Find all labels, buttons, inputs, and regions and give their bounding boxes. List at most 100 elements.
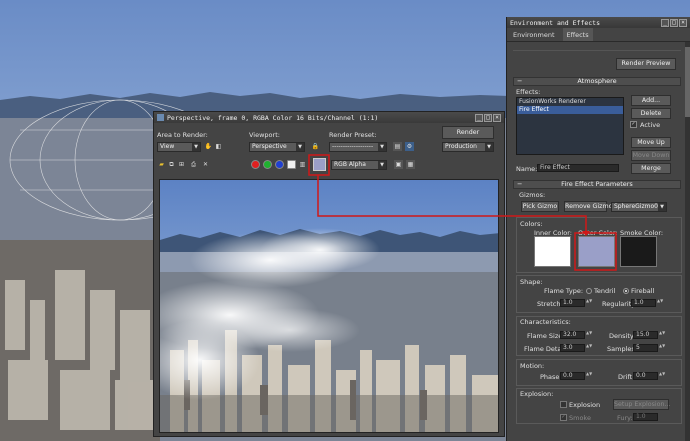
smoke-color-swatch[interactable] bbox=[620, 236, 657, 267]
collapse-icon: − bbox=[517, 77, 523, 85]
add-button[interactable]: Add... bbox=[631, 95, 671, 106]
pick-gizmo-button[interactable]: Pick Gizmo bbox=[521, 201, 559, 212]
production-dropdown[interactable]: Production ▼ bbox=[442, 142, 494, 152]
viewport-dropdown[interactable]: Perspective ▼ bbox=[249, 142, 305, 152]
minimize-button[interactable]: _ bbox=[475, 113, 483, 122]
fireball-radio[interactable] bbox=[623, 288, 629, 294]
tab-environment[interactable]: Environment bbox=[509, 28, 559, 41]
density-field[interactable]: 15.0 bbox=[633, 331, 658, 339]
clone-window-icon[interactable]: ⊞ bbox=[177, 160, 186, 169]
setup-explosion-button[interactable]: Setup Explosion... bbox=[613, 399, 671, 410]
stretch-field[interactable]: 1.0 bbox=[560, 299, 585, 307]
effects-list[interactable]: FusionWorks Renderer Fire Effect bbox=[516, 97, 624, 155]
fury-label: Fury: bbox=[617, 414, 633, 422]
gizmo-value: SphereGizmo01 bbox=[614, 203, 662, 210]
move-down-button[interactable]: Move Down bbox=[631, 150, 671, 161]
remove-gizmo-button[interactable]: Remove Gizmo bbox=[564, 201, 612, 212]
collapsed-rollout bbox=[513, 45, 681, 51]
drift-field[interactable]: 0.0 bbox=[633, 372, 658, 380]
delete-button[interactable]: Delete bbox=[631, 108, 671, 119]
toggle-ui-icon[interactable]: ▣ bbox=[394, 160, 403, 169]
area-to-render-dropdown[interactable]: View ▼ bbox=[157, 142, 201, 152]
hand-icon[interactable]: ✋ bbox=[204, 142, 213, 151]
panel-scrollbar[interactable] bbox=[685, 42, 690, 441]
lock-icon[interactable]: 🔒 bbox=[311, 142, 320, 151]
phase-field[interactable]: 0.0 bbox=[560, 372, 585, 380]
density-label: Density: bbox=[609, 332, 636, 340]
toggle-overlay-icon[interactable]: ▦ bbox=[406, 160, 415, 169]
clear-image-icon[interactable]: ✕ bbox=[201, 160, 210, 169]
outer-color-swatch[interactable] bbox=[578, 236, 615, 267]
flame-detail-spinner[interactable]: ▲▼ bbox=[586, 344, 592, 352]
shape-label: Shape: bbox=[520, 278, 543, 286]
flame-type-label: Flame Type: bbox=[544, 287, 584, 295]
close-button[interactable]: × bbox=[493, 113, 501, 122]
area-to-render-label: Area to Render: bbox=[157, 131, 208, 139]
maximize-button[interactable]: □ bbox=[670, 18, 678, 27]
list-item[interactable]: FusionWorks Renderer bbox=[517, 98, 623, 106]
scrollbar-thumb[interactable] bbox=[685, 47, 690, 117]
merge-button[interactable]: Merge bbox=[631, 163, 671, 174]
environment-icon[interactable]: ⚙ bbox=[405, 142, 414, 151]
density-spinner[interactable]: ▲▼ bbox=[659, 331, 665, 339]
copy-image-icon[interactable]: ⧉ bbox=[167, 160, 176, 169]
minimize-button[interactable]: _ bbox=[661, 18, 669, 27]
smoke-checkbox-label: Smoke bbox=[569, 414, 591, 422]
fire-params-rollout-header[interactable]: − Fire Effect Parameters bbox=[513, 180, 681, 189]
render-frame-titlebar[interactable]: Perspective, frame 0, RGBA Color 16 Bits… bbox=[154, 112, 504, 123]
area-to-render-value: View bbox=[160, 143, 175, 150]
close-button[interactable]: × bbox=[679, 18, 687, 27]
gizmo-dropdown[interactable]: SphereGizmo01 ▼ bbox=[611, 202, 667, 212]
save-image-icon[interactable]: ▰ bbox=[157, 160, 166, 169]
render-preset-dropdown[interactable]: ------------------- ▼ bbox=[329, 142, 387, 152]
regularity-spinner[interactable]: ▲▼ bbox=[657, 299, 663, 307]
stretch-spinner[interactable]: ▲▼ bbox=[586, 299, 592, 307]
viewport-value: Perspective bbox=[252, 143, 287, 150]
render-setup-icon[interactable]: ▤ bbox=[393, 142, 402, 151]
drift-label: Drift: bbox=[618, 373, 635, 381]
blue-channel-toggle[interactable] bbox=[275, 160, 284, 169]
samples-field[interactable]: 5 bbox=[633, 344, 658, 352]
inner-color-swatch[interactable] bbox=[534, 236, 571, 267]
samples-spinner[interactable]: ▲▼ bbox=[659, 344, 665, 352]
tab-effects[interactable]: Effects bbox=[562, 28, 593, 41]
channel-display-dropdown[interactable]: RGB Alpha ▼ bbox=[331, 160, 387, 170]
flame-detail-field[interactable]: 3.0 bbox=[560, 344, 585, 352]
maximize-button[interactable]: □ bbox=[484, 113, 492, 122]
regularity-field[interactable]: 1.0 bbox=[631, 299, 656, 307]
monochrome-icon[interactable]: ▥ bbox=[298, 160, 307, 169]
rendered-frame-window[interactable]: Perspective, frame 0, RGBA Color 16 Bits… bbox=[153, 111, 505, 437]
atmosphere-title: Atmosphere bbox=[577, 77, 617, 85]
chevron-down-icon: ▼ bbox=[378, 161, 386, 169]
environment-effects-panel[interactable]: Environment and Effects _ □ × Environmen… bbox=[506, 17, 690, 441]
fire-params-title: Fire Effect Parameters bbox=[561, 180, 633, 188]
chevron-down-icon: ▼ bbox=[378, 143, 386, 151]
smoke-checkbox[interactable]: ✓ bbox=[560, 414, 567, 421]
chevron-down-icon: ▼ bbox=[192, 143, 200, 151]
alpha-channel-toggle[interactable] bbox=[287, 160, 296, 169]
flame-size-field[interactable]: 32.0 bbox=[560, 331, 585, 339]
atmosphere-rollout-header[interactable]: − Atmosphere bbox=[513, 77, 681, 86]
flame-size-spinner[interactable]: ▲▼ bbox=[586, 331, 592, 339]
fury-field[interactable]: 1.0 bbox=[633, 413, 658, 421]
name-field[interactable]: Fire Effect bbox=[537, 164, 619, 172]
drift-spinner[interactable]: ▲▼ bbox=[659, 372, 665, 380]
print-image-icon[interactable]: ⎙ bbox=[189, 160, 198, 169]
render-preset-label: Render Preset: bbox=[329, 131, 377, 139]
phase-spinner[interactable]: ▲▼ bbox=[586, 372, 592, 380]
color-swatch[interactable] bbox=[313, 158, 326, 171]
env-title: Environment and Effects bbox=[510, 18, 601, 27]
lock-region-icon[interactable]: ◧ bbox=[214, 142, 223, 151]
render-preview-button[interactable]: Render Preview bbox=[616, 58, 676, 70]
tendril-radio[interactable] bbox=[586, 288, 592, 294]
viewport-label: Viewport: bbox=[249, 131, 280, 139]
green-channel-toggle[interactable] bbox=[263, 160, 272, 169]
list-item[interactable]: Fire Effect bbox=[517, 106, 623, 114]
active-checkbox[interactable]: ✓ bbox=[630, 121, 637, 128]
move-up-button[interactable]: Move Up bbox=[631, 137, 671, 148]
red-channel-toggle[interactable] bbox=[251, 160, 260, 169]
env-titlebar[interactable]: Environment and Effects _ □ × bbox=[507, 17, 690, 28]
explosion-checkbox-label: Explosion bbox=[569, 401, 601, 409]
explosion-checkbox[interactable] bbox=[560, 401, 567, 408]
render-button[interactable]: Render bbox=[442, 126, 494, 139]
